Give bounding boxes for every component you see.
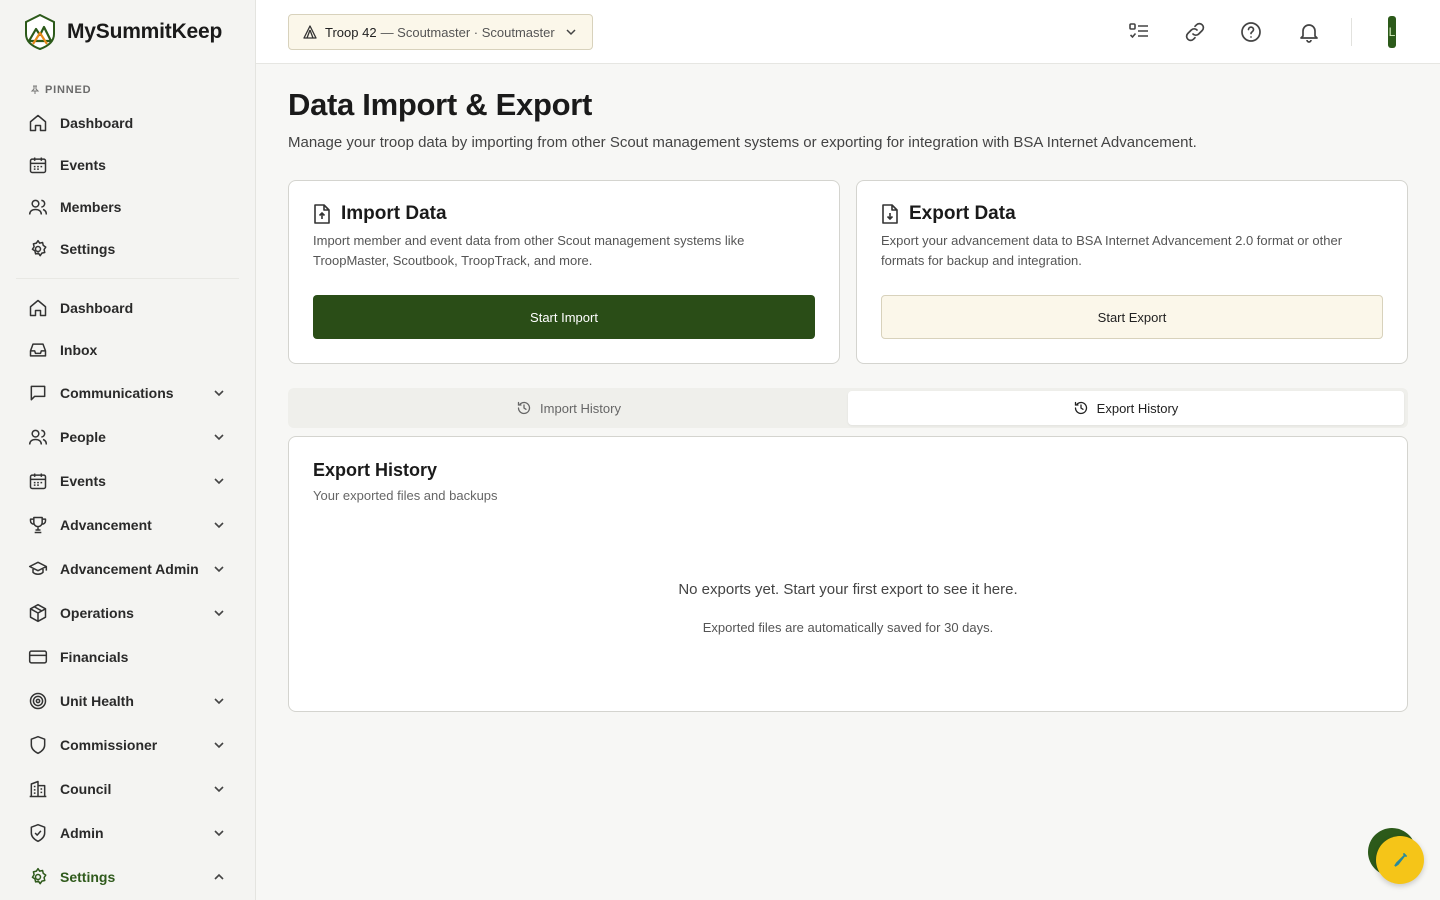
sidebar-item-settings[interactable]: Settings xyxy=(0,855,255,899)
credit-card-icon xyxy=(28,650,48,664)
message-icon xyxy=(30,385,46,401)
export-card-title: Export Data xyxy=(909,203,1016,224)
sidebar-item-communications[interactable]: Communications xyxy=(0,371,255,415)
logo-icon xyxy=(25,14,55,50)
main-content: Data Import & Export Manage your troop d… xyxy=(256,64,1440,900)
flask-icon xyxy=(1394,853,1407,867)
import-card-header: Import Data xyxy=(313,203,447,225)
brand[interactable]: MySummitKeep xyxy=(0,0,255,64)
home-icon xyxy=(29,114,47,132)
pinned-item-events[interactable]: Events xyxy=(0,144,255,186)
calendar-icon xyxy=(29,157,47,174)
history-title: Export History xyxy=(313,460,438,480)
package-icon xyxy=(29,603,47,623)
tent-icon xyxy=(303,25,317,39)
chevron-down-icon[interactable] xyxy=(213,783,225,795)
sidebar-item-financials[interactable]: Financials xyxy=(0,635,255,679)
tab-import-label: Import History xyxy=(540,400,621,416)
chevron-down-icon xyxy=(566,29,576,36)
sidebar-item-operations[interactable]: Operations xyxy=(0,591,255,635)
sidebar: MySummitKeep PINNED Dashboard Events Mem… xyxy=(0,0,256,900)
start-import-button[interactable]: Start Import xyxy=(313,295,815,339)
users-icon xyxy=(28,199,48,215)
page-title: Data Import & Export xyxy=(288,87,593,122)
top-header: Troop 42 — Scoutmaster · Scoutmaster L xyxy=(256,0,1440,64)
inbox-icon xyxy=(29,343,47,357)
file-upload-icon xyxy=(314,204,330,224)
chevron-down-icon[interactable] xyxy=(213,739,225,751)
building-icon xyxy=(29,780,47,798)
pin-icon xyxy=(30,85,40,94)
pinned-section-label: PINNED xyxy=(30,84,255,96)
file-download-icon xyxy=(882,204,898,224)
sidebar-item-admin[interactable]: Admin xyxy=(0,811,255,855)
sidebar-item-advancement-admin[interactable]: Advancement Admin xyxy=(0,547,255,591)
chevron-down-icon[interactable] xyxy=(213,519,225,531)
pinned-item-members[interactable]: Members xyxy=(0,186,255,228)
export-card-description: Export your advancement data to BSA Inte… xyxy=(881,233,1343,268)
import-card: Import Data Import member and event data… xyxy=(288,180,840,364)
troop-selector[interactable]: Troop 42 — Scoutmaster · Scoutmaster xyxy=(288,14,593,50)
calendar-icon xyxy=(29,473,47,490)
pinned-item-settings[interactable]: Settings xyxy=(0,228,255,270)
sidebar-item-council[interactable]: Council xyxy=(0,767,255,811)
export-card: Export Data Export your advancement data… xyxy=(856,180,1408,364)
link-icon[interactable] xyxy=(1183,20,1207,44)
export-card-header: Export Data xyxy=(881,203,1016,225)
chevron-down-icon[interactable] xyxy=(213,563,225,575)
sidebar-item-dashboard[interactable]: Dashboard xyxy=(0,287,255,329)
tab-export-label: Export History xyxy=(1096,400,1179,416)
tab-import-history[interactable]: Import History xyxy=(291,391,847,425)
history-icon xyxy=(1074,401,1087,415)
home-icon xyxy=(29,299,47,317)
trophy-icon xyxy=(29,516,47,534)
chevron-down-icon[interactable] xyxy=(213,475,225,487)
help-icon[interactable] xyxy=(1239,20,1263,44)
avatar[interactable]: L xyxy=(1388,16,1396,48)
sidebar-item-events[interactable]: Events xyxy=(0,459,255,503)
test-tools-button[interactable] xyxy=(1376,836,1424,884)
users-icon xyxy=(28,429,48,445)
empty-state-message: No exports yet. Start your first export … xyxy=(678,581,1018,598)
gear-icon xyxy=(31,867,47,885)
troop-role: — Scoutmaster · Scoutmaster xyxy=(380,24,555,40)
history-tabs: Import History Export History xyxy=(288,388,1408,428)
sidebar-item-commissioner[interactable]: Commissioner xyxy=(0,723,255,767)
tab-export-history[interactable]: Export History xyxy=(848,391,1404,425)
chevron-down-icon[interactable] xyxy=(213,827,225,839)
sidebar-item-advancement[interactable]: Advancement xyxy=(0,503,255,547)
empty-state-note: Exported files are automatically saved f… xyxy=(702,620,994,635)
import-card-title: Import Data xyxy=(341,203,447,224)
pinned-item-dashboard[interactable]: Dashboard xyxy=(0,102,255,144)
export-history-panel: Export History Your exported files and b… xyxy=(288,436,1408,712)
troop-name: Troop 42 xyxy=(325,24,377,40)
shield-check-icon xyxy=(30,823,46,843)
chevron-down-icon[interactable] xyxy=(213,431,225,443)
chevron-down-icon[interactable] xyxy=(213,695,225,707)
header-divider xyxy=(1351,18,1352,46)
chevron-up-icon[interactable] xyxy=(213,871,225,883)
page-description: Manage your troop data by importing from… xyxy=(288,134,1197,151)
sidebar-item-inbox[interactable]: Inbox xyxy=(0,329,255,371)
history-icon xyxy=(517,401,531,415)
import-card-description: Import member and event data from other … xyxy=(313,233,745,268)
brand-name: MySummitKeep xyxy=(67,20,223,43)
graduation-cap-icon xyxy=(28,561,48,575)
gear-icon xyxy=(31,239,47,257)
bell-icon[interactable] xyxy=(1297,20,1321,44)
sidebar-divider xyxy=(16,278,239,279)
sidebar-item-unit-health[interactable]: Unit Health xyxy=(0,679,255,723)
chevron-down-icon[interactable] xyxy=(213,607,225,619)
checklist-icon[interactable] xyxy=(1127,20,1151,44)
chevron-down-icon[interactable] xyxy=(213,387,225,399)
history-subtitle: Your exported files and backups xyxy=(313,488,498,503)
shield-icon xyxy=(30,735,46,755)
target-icon xyxy=(29,692,47,710)
sidebar-item-people[interactable]: People xyxy=(0,415,255,459)
start-export-button[interactable]: Start Export xyxy=(881,295,1383,339)
